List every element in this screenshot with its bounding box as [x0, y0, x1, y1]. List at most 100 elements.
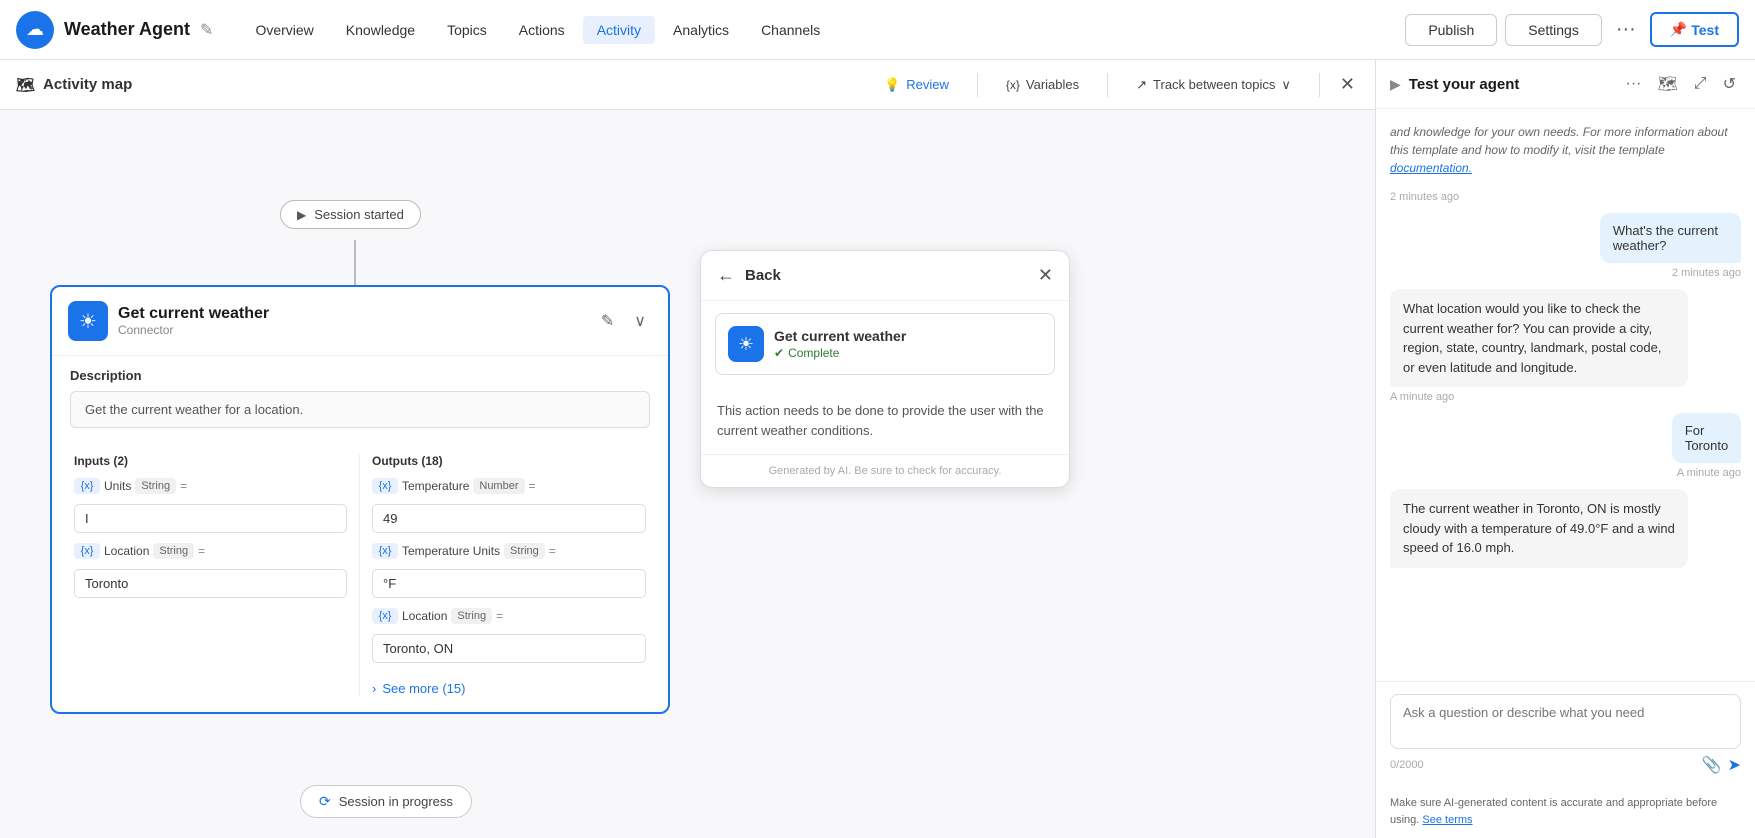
temp-units-eq: = [549, 544, 556, 558]
popup-close-button[interactable]: ✕ [1038, 265, 1053, 286]
location-name: Location [104, 544, 149, 558]
nav-knowledge[interactable]: Knowledge [332, 16, 429, 44]
out-loc-eq: = [496, 609, 503, 623]
units-name: Units [104, 479, 131, 493]
card-expand-button[interactable]: ∨ [628, 309, 652, 333]
publish-button[interactable]: Publish [1405, 14, 1497, 46]
test-footer: Make sure AI-generated content is accura… [1376, 787, 1755, 838]
session-started-node: ▶ Session started [280, 200, 421, 229]
send-button[interactable]: ➤ [1728, 755, 1741, 775]
review-button[interactable]: 💡 Review [872, 72, 961, 98]
nav-actions[interactable]: Actions [505, 16, 579, 44]
nav-analytics[interactable]: Analytics [659, 16, 743, 44]
nav-right-actions: Publish Settings ··· 📌 Test [1405, 12, 1739, 47]
more-options-button[interactable]: ··· [1610, 14, 1642, 45]
agent-message-2: The current weather in Toronto, ON is mo… [1390, 489, 1688, 568]
input-units-row: {x} Units String = [74, 478, 347, 494]
message-1-container: What's the current weather? 2 minutes ag… [1553, 213, 1741, 279]
test-button[interactable]: 📌 Test [1650, 12, 1739, 47]
outputs-column: Outputs (18) {x} Temperature Number = [360, 454, 650, 696]
card-title-area: Get current weather Connector [118, 305, 585, 337]
test-agent-panel: ▶ Test your agent ··· 🗺 ⤢ ↺ and knowledg… [1375, 60, 1755, 838]
top-navigation: ☁ Weather Agent ✎ Overview Knowledge Top… [0, 0, 1755, 60]
msg-time-3: A minute ago [1677, 467, 1741, 479]
session-progress-node: ⟳ Session in progress [300, 785, 472, 818]
temp-tag: {x} [372, 478, 398, 494]
message-2-container: What location would you like to check th… [1390, 289, 1741, 403]
temperature-output[interactable] [372, 504, 646, 533]
test-expand-window-button[interactable]: ⤢ [1689, 73, 1712, 95]
popup-card-info: Get current weather ✔ Complete [774, 328, 906, 360]
track-between-topics-button[interactable]: ↗ Track between topics ∨ [1124, 72, 1303, 98]
test-input-textarea[interactable] [1403, 705, 1728, 735]
test-header-actions: ··· 🗺 ⤢ ↺ [1620, 72, 1741, 96]
close-canvas-button[interactable]: ✕ [1336, 70, 1359, 99]
output-temperature-row: {x} Temperature Number = [372, 478, 646, 494]
nav-links: Overview Knowledge Topics Actions Activi… [241, 16, 1393, 44]
out-loc-tag: {x} [372, 608, 398, 624]
temp-units-name: Temperature Units [402, 544, 500, 558]
canvas-toolbar: 🗺 Activity map 💡 Review {x} Variables ↗ … [0, 60, 1375, 110]
location-string-output[interactable] [372, 634, 646, 663]
intro-text-block: and knowledge for your own needs. For mo… [1390, 123, 1741, 177]
temp-units-type: String [504, 543, 545, 559]
units-eq: = [180, 479, 187, 493]
test-messages-area: and knowledge for your own needs. For mo… [1376, 109, 1755, 681]
settings-button[interactable]: Settings [1505, 14, 1602, 46]
nav-channels[interactable]: Channels [747, 16, 834, 44]
popup-header: ← Back ✕ [701, 251, 1069, 301]
documentation-link[interactable]: documentation. [1390, 161, 1472, 175]
app-title: Weather Agent [64, 19, 190, 40]
user-message-1: What's the current weather? [1600, 213, 1741, 263]
card-weather-icon: ☀ [68, 301, 108, 341]
pin-icon: 📌 [1670, 21, 1687, 38]
msg-time-1: 2 minutes ago [1672, 267, 1741, 279]
popup-footer: Generated by AI. Be sure to check for ac… [701, 454, 1069, 487]
see-terms-link[interactable]: See terms [1422, 814, 1472, 826]
canvas-area: 🗺 Activity map 💡 Review {x} Variables ↗ … [0, 60, 1375, 838]
track-icon: ↗ [1136, 77, 1147, 93]
test-panel-header: ▶ Test your agent ··· 🗺 ⤢ ↺ [1376, 60, 1755, 109]
see-more-button[interactable]: › See more (15) [372, 673, 646, 696]
msg-time-intro: 2 minutes ago [1390, 191, 1741, 203]
temp-eq: = [529, 479, 536, 493]
test-input-box [1390, 694, 1741, 749]
nav-overview[interactable]: Overview [241, 16, 327, 44]
map-icon: 🗺 [16, 76, 35, 94]
location-tag: {x} [74, 543, 100, 559]
units-input[interactable] [74, 504, 347, 533]
location-type: String [153, 543, 194, 559]
action-detail-popup: ← Back ✕ ☀ Get current weather ✔ Complet… [700, 250, 1070, 488]
popup-card: ☀ Get current weather ✔ Complete [715, 313, 1055, 375]
inputs-column: Inputs (2) {x} Units String = [70, 454, 360, 696]
popup-card-title: Get current weather [774, 328, 906, 344]
weather-connector-card: ☀ Get current weather Connector ✎ ∨ Desc… [50, 285, 670, 714]
activity-map-title: 🗺 Activity map [16, 76, 132, 94]
location-input[interactable] [74, 569, 347, 598]
card-actions: ✎ ∨ [595, 309, 652, 333]
temp-units-tag: {x} [372, 543, 398, 559]
input-location-row: {x} Location String = [74, 543, 347, 559]
test-more-button[interactable]: ··· [1620, 73, 1646, 95]
variables-button[interactable]: {x} Variables [994, 72, 1091, 97]
variables-icon: {x} [1006, 78, 1020, 92]
out-loc-name: Location [402, 609, 447, 623]
attach-button[interactable]: 📎 [1702, 755, 1722, 775]
test-input-row: 0/2000 📎 ➤ [1390, 755, 1741, 775]
nav-activity[interactable]: Activity [583, 16, 655, 44]
card-edit-button[interactable]: ✎ [595, 309, 620, 333]
nav-topics[interactable]: Topics [433, 16, 501, 44]
temp-type: Number [473, 478, 524, 494]
char-count: 0/2000 [1390, 759, 1424, 771]
temperature-units-output[interactable] [372, 569, 646, 598]
status-check-icon: ✔ [774, 346, 784, 360]
units-tag: {x} [74, 478, 100, 494]
test-refresh-button[interactable]: ↺ [1718, 72, 1741, 96]
app-title-edit-icon[interactable]: ✎ [200, 20, 213, 40]
test-expand-icon: ▶ [1390, 76, 1401, 93]
location-eq: = [198, 544, 205, 558]
test-input-actions: 📎 ➤ [1702, 755, 1741, 775]
popup-back-button[interactable]: ← [717, 265, 735, 286]
test-panel-title: Test your agent [1409, 76, 1613, 93]
test-map-button[interactable]: 🗺 [1652, 72, 1682, 96]
